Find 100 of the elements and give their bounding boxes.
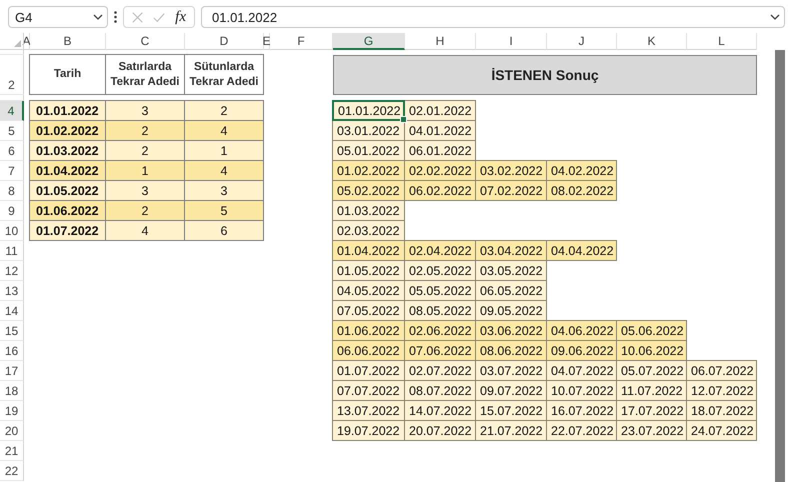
row-header[interactable]: 15 bbox=[0, 321, 24, 341]
table-cell[interactable]: 10.07.2022 bbox=[546, 380, 617, 401]
check-icon[interactable] bbox=[153, 12, 166, 22]
table-cell[interactable]: 01.01.2022 bbox=[332, 100, 405, 121]
row-header[interactable]: 16 bbox=[0, 341, 24, 361]
table-cell[interactable]: 22.07.2022 bbox=[546, 420, 617, 441]
table-cell[interactable]: 11.07.2022 bbox=[616, 380, 687, 401]
row-header[interactable]: 10 bbox=[0, 221, 24, 241]
chevron-down-icon[interactable] bbox=[770, 14, 780, 20]
column-header[interactable]: H bbox=[405, 33, 476, 50]
more-options-icon[interactable] bbox=[114, 11, 117, 23]
table-cell[interactable]: 01.06.2022 bbox=[332, 320, 405, 341]
row-header[interactable]: 19 bbox=[0, 401, 24, 421]
table-cell[interactable]: 06.07.2022 bbox=[686, 360, 757, 381]
table-cell[interactable]: 05.07.2022 bbox=[616, 360, 687, 381]
row-header[interactable]: 17 bbox=[0, 361, 24, 381]
table-cell[interactable]: 19.07.2022 bbox=[332, 420, 405, 441]
table-cell[interactable]: 09.05.2022 bbox=[475, 300, 547, 321]
table-cell[interactable]: 21.07.2022 bbox=[475, 420, 547, 441]
table-cell[interactable]: 06.06.2022 bbox=[332, 340, 405, 361]
formula-field[interactable]: 01.01.2022 bbox=[201, 6, 785, 28]
chevron-down-icon[interactable] bbox=[93, 14, 103, 20]
row-header[interactable]: 18 bbox=[0, 381, 24, 401]
row-header[interactable]: 2 bbox=[0, 55, 24, 95]
table-cell[interactable]: 07.05.2022 bbox=[332, 300, 405, 321]
table-cell[interactable]: 15.07.2022 bbox=[475, 400, 547, 421]
table-cell[interactable]: 03.05.2022 bbox=[475, 260, 547, 281]
table-cell[interactable]: 02.04.2022 bbox=[404, 240, 476, 261]
table-cell[interactable]: 12.07.2022 bbox=[686, 380, 757, 401]
table-cell[interactable]: 24.07.2022 bbox=[686, 420, 757, 441]
column-header[interactable]: G bbox=[333, 33, 405, 50]
table-cell[interactable]: 04.01.2022 bbox=[404, 120, 476, 141]
column-header[interactable]: D bbox=[185, 33, 264, 50]
table-cell[interactable]: 02.03.2022 bbox=[332, 220, 405, 241]
table-cell[interactable]: 07.06.2022 bbox=[404, 340, 476, 361]
table-cell[interactable]: 01.04.2022 bbox=[332, 240, 405, 261]
row-header[interactable]: 22 bbox=[0, 461, 24, 481]
table-cell[interactable]: 17.07.2022 bbox=[616, 400, 687, 421]
insert-function-button[interactable]: fx bbox=[175, 8, 186, 26]
row-header[interactable]: 11 bbox=[0, 241, 24, 261]
table-cell[interactable]: 06.01.2022 bbox=[404, 140, 476, 161]
column-header[interactable]: B bbox=[30, 33, 106, 50]
table-cell[interactable]: 09.07.2022 bbox=[475, 380, 547, 401]
table-cell[interactable]: 06.02.2022 bbox=[404, 180, 476, 201]
row-header[interactable]: 7 bbox=[0, 161, 24, 181]
name-box[interactable]: G4 bbox=[8, 6, 108, 28]
table-cell[interactable]: 07.02.2022 bbox=[475, 180, 547, 201]
table-cell[interactable]: 05.06.2022 bbox=[616, 320, 687, 341]
row-header[interactable]: 13 bbox=[0, 281, 24, 301]
table-cell[interactable]: 08.05.2022 bbox=[404, 300, 476, 321]
table-cell[interactable]: 02.02.2022 bbox=[404, 160, 476, 181]
table-cell[interactable]: 04.02.2022 bbox=[546, 160, 617, 181]
table-cell[interactable]: 07.07.2022 bbox=[332, 380, 405, 401]
row-header[interactable]: 4 bbox=[0, 101, 24, 121]
table-cell[interactable]: 05.01.2022 bbox=[332, 140, 405, 161]
table-cell[interactable]: 14.07.2022 bbox=[404, 400, 476, 421]
row-header[interactable]: 9 bbox=[0, 201, 24, 221]
table-cell[interactable]: 23.07.2022 bbox=[616, 420, 687, 441]
column-header[interactable]: E bbox=[264, 33, 270, 50]
table-cell[interactable]: 02.01.2022 bbox=[404, 100, 476, 121]
table-cell[interactable]: 05.05.2022 bbox=[404, 280, 476, 301]
table-cell[interactable]: 01.02.2022 bbox=[332, 160, 405, 181]
table-cell[interactable]: 05.02.2022 bbox=[332, 180, 405, 201]
row-header[interactable]: 5 bbox=[0, 121, 24, 141]
table-cell[interactable]: 01.05.2022 bbox=[332, 260, 405, 281]
table-cell[interactable]: 01.07.2022 bbox=[332, 360, 405, 381]
table-cell[interactable]: 10.06.2022 bbox=[616, 340, 687, 361]
table-cell[interactable]: 18.07.2022 bbox=[686, 400, 757, 421]
table-cell[interactable]: 04.06.2022 bbox=[546, 320, 617, 341]
table-cell[interactable]: 03.04.2022 bbox=[475, 240, 547, 261]
column-header[interactable]: J bbox=[547, 33, 617, 50]
column-header[interactable]: L bbox=[687, 33, 757, 50]
column-header[interactable]: K bbox=[617, 33, 687, 50]
table-cell[interactable]: 20.07.2022 bbox=[404, 420, 476, 441]
row-header[interactable]: 21 bbox=[0, 441, 24, 461]
table-cell[interactable]: 03.07.2022 bbox=[475, 360, 547, 381]
row-header[interactable]: 6 bbox=[0, 141, 24, 161]
table-cell[interactable]: 13.07.2022 bbox=[332, 400, 405, 421]
table-cell[interactable]: 03.02.2022 bbox=[475, 160, 547, 181]
row-header[interactable]: 12 bbox=[0, 261, 24, 281]
column-header[interactable]: C bbox=[106, 33, 185, 50]
table-cell[interactable]: 09.06.2022 bbox=[546, 340, 617, 361]
fill-handle[interactable] bbox=[400, 116, 407, 123]
column-header[interactable]: F bbox=[270, 33, 333, 50]
row-header[interactable]: 8 bbox=[0, 181, 24, 201]
table-cell[interactable]: 04.05.2022 bbox=[332, 280, 405, 301]
table-cell[interactable]: 16.07.2022 bbox=[546, 400, 617, 421]
table-cell[interactable]: 08.02.2022 bbox=[546, 180, 617, 201]
table-cell[interactable]: 04.04.2022 bbox=[546, 240, 617, 261]
scrollbar[interactable] bbox=[775, 50, 785, 482]
table-cell[interactable]: 08.07.2022 bbox=[404, 380, 476, 401]
row-header[interactable]: 20 bbox=[0, 421, 24, 441]
table-cell[interactable]: 02.07.2022 bbox=[404, 360, 476, 381]
table-cell[interactable]: 04.07.2022 bbox=[546, 360, 617, 381]
table-cell[interactable]: 03.06.2022 bbox=[475, 320, 547, 341]
table-cell[interactable]: 02.06.2022 bbox=[404, 320, 476, 341]
table-cell[interactable]: 08.06.2022 bbox=[475, 340, 547, 361]
table-cell[interactable]: 06.05.2022 bbox=[475, 280, 547, 301]
table-cell[interactable]: 02.05.2022 bbox=[404, 260, 476, 281]
column-header[interactable]: I bbox=[476, 33, 547, 50]
